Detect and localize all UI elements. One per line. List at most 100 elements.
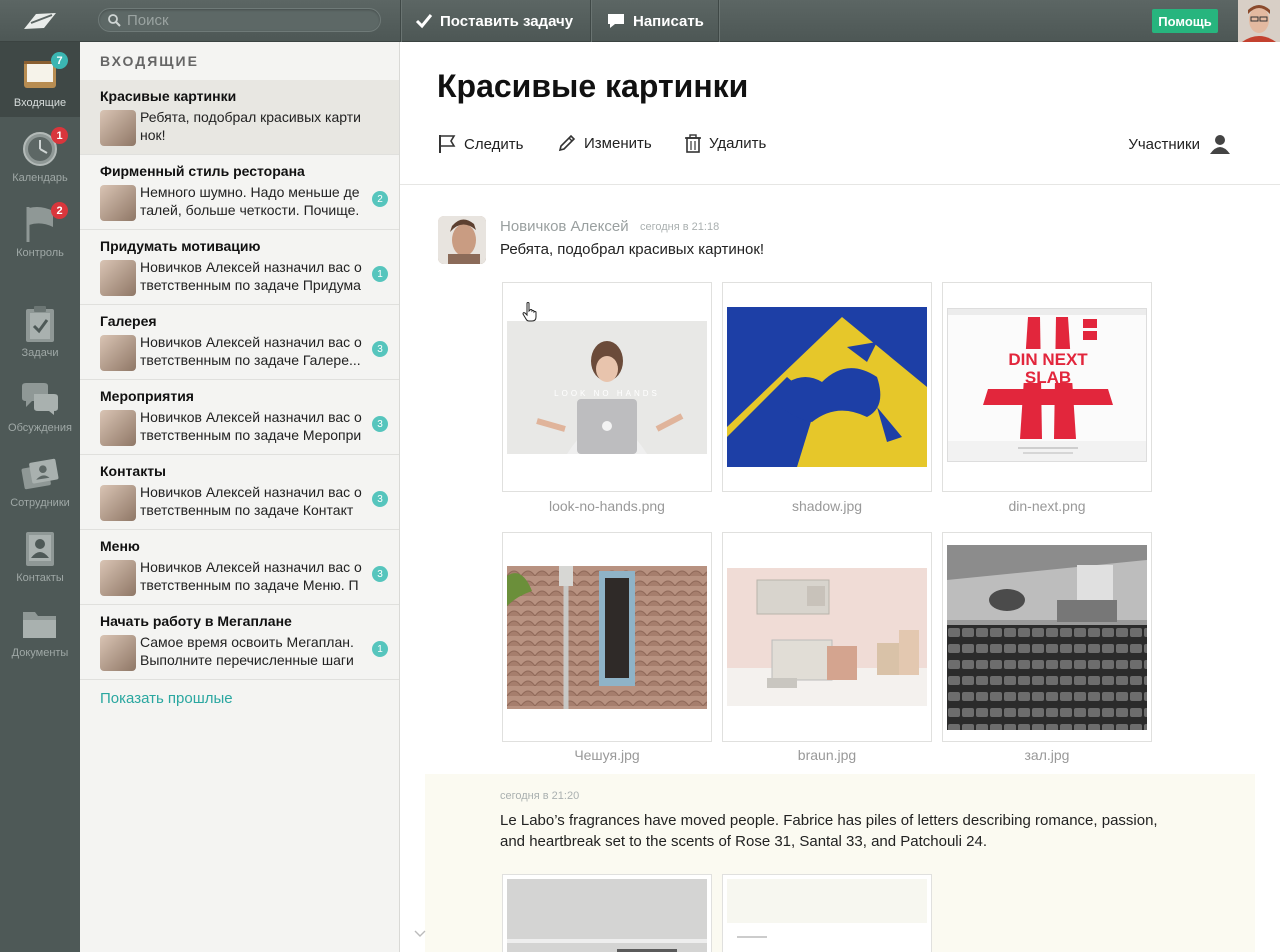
din-next-title: DIN NEXT: [1008, 350, 1088, 369]
rail-item-tasks[interactable]: Задачи: [0, 292, 80, 367]
inbox-item-text: Новичков Алексей назначил вас о тветстве…: [140, 409, 362, 443]
trash-icon: [685, 134, 701, 153]
participants-label: Участники: [1128, 135, 1200, 153]
inbox-item[interactable]: Галерея Новичков Алексей назначил вас о …: [80, 305, 399, 380]
din-next-subtitle: SLAB: [1025, 368, 1071, 387]
avatar: [100, 185, 136, 221]
post-text: Ребята, подобрал красивых картинок!: [500, 241, 765, 258]
avatar: [100, 335, 136, 371]
app-rail: 7 Входящие 1 Календарь 2 Контроль Задачи…: [0, 42, 80, 952]
post-time: сегодня в 21:18: [640, 221, 720, 233]
image-preview: [507, 879, 707, 952]
inbox-badge: 7: [51, 52, 68, 69]
attachment-name[interactable]: din-next.png: [942, 498, 1152, 514]
set-task-button[interactable]: Поставить задачу: [415, 0, 573, 42]
participants-button[interactable]: Участники: [1128, 134, 1230, 154]
unread-count-badge: 1: [372, 641, 388, 657]
toolbar-divider: [590, 0, 591, 42]
clock-icon: 1: [20, 127, 68, 169]
clipboard-icon: [20, 304, 60, 344]
post-comment: сегодня в 21:20 Le Labo’s fragrances hav…: [425, 774, 1255, 952]
attachment-thumbnail[interactable]: [722, 532, 932, 742]
logo[interactable]: [0, 0, 80, 42]
delete-button[interactable]: Удалить: [685, 134, 766, 153]
search-box[interactable]: [98, 8, 381, 32]
avatar: [100, 635, 136, 671]
attachment-name[interactable]: shadow.jpg: [722, 498, 932, 514]
show-past-link[interactable]: Показать прошлые: [100, 690, 233, 707]
follow-button[interactable]: Следить: [438, 134, 523, 154]
folder-icon: [20, 604, 60, 644]
search-input[interactable]: [127, 11, 367, 29]
inbox-item[interactable]: Меню Новичков Алексей назначил вас о тве…: [80, 530, 399, 605]
inbox-item[interactable]: Красивые картинки Ребята, подобрал краси…: [80, 80, 399, 155]
toolbar-divider: [400, 0, 401, 42]
inbox-item-title: Галерея: [100, 313, 157, 329]
post-time: сегодня в 21:20: [500, 790, 580, 802]
edit-label: Изменить: [584, 134, 652, 152]
unread-count-badge: 2: [372, 191, 388, 207]
attachment-name[interactable]: braun.jpg: [722, 747, 932, 763]
inbox-item-text: Новичков Алексей назначил вас о тветстве…: [140, 334, 362, 368]
inbox-item-title: Мероприятия: [100, 388, 194, 404]
rail-label: Обсуждения: [8, 422, 72, 434]
unread-count-badge: 3: [372, 416, 388, 432]
inbox-item-title: Начать работу в Мегаплане: [100, 613, 292, 629]
inbox-item-text: Новичков Алексей назначил вас о тветстве…: [140, 559, 362, 593]
attachment-thumbnail[interactable]: [502, 532, 712, 742]
avatar: [100, 485, 136, 521]
write-label: Написать: [633, 12, 704, 30]
logo-icon: [24, 13, 56, 29]
rail-label: Входящие: [13, 97, 67, 109]
search-icon: [108, 13, 121, 27]
control-badge: 2: [51, 202, 68, 219]
rail-item-discussions[interactable]: Обсуждения: [0, 367, 80, 442]
inbox-item-title: Меню: [100, 538, 140, 554]
user-avatar[interactable]: [1238, 0, 1280, 42]
unread-count-badge: 3: [372, 491, 388, 507]
set-task-label: Поставить задачу: [440, 12, 574, 30]
inbox-item-title: Контакты: [100, 463, 167, 479]
image-scales: [507, 566, 707, 709]
rail-item-documents[interactable]: Документы: [0, 592, 80, 667]
top-bar: Поставить задачу Написать Помощь: [0, 0, 1280, 42]
unread-count-badge: 1: [372, 266, 388, 282]
page-title: Красивые картинки: [437, 68, 749, 104]
inbox-item[interactable]: Фирменный стиль ресторана Немного шумно.…: [80, 155, 399, 230]
rail-item-inbox[interactable]: 7 Входящие: [0, 42, 80, 117]
rail-item-employees[interactable]: Сотрудники: [0, 442, 80, 517]
flag-icon: 2: [20, 202, 68, 244]
delete-label: Удалить: [709, 135, 767, 152]
author-photo: [438, 216, 486, 264]
post-author[interactable]: Новичков Алексей: [500, 218, 629, 235]
attachment-name[interactable]: зал.jpg: [942, 747, 1152, 763]
chevron-down-icon[interactable]: [414, 930, 426, 938]
attachment-thumbnail[interactable]: [942, 532, 1152, 742]
attachment-thumbnail[interactable]: [722, 874, 932, 952]
attachment-thumbnail[interactable]: DIN NEXT SLAB: [942, 282, 1152, 492]
inbox-item[interactable]: Начать работу в Мегаплане Самое время ос…: [80, 605, 399, 680]
attachment-thumbnail[interactable]: [722, 282, 932, 492]
help-button[interactable]: Помощь: [1152, 9, 1218, 33]
inbox-item-text: Самое время освоить Мегаплан. Выполните …: [140, 634, 354, 668]
attachment-thumbnail[interactable]: [502, 874, 712, 952]
edit-button[interactable]: Изменить: [558, 134, 652, 152]
inbox-icon: 7: [20, 52, 68, 94]
image-din-next: DIN NEXT SLAB: [947, 308, 1147, 462]
attachment-name[interactable]: look-no-hands.png: [502, 498, 712, 514]
write-button[interactable]: Написать: [606, 0, 704, 42]
author-avatar[interactable]: [438, 216, 486, 264]
inbox-item-text: Новичков Алексей назначил вас о тветстве…: [140, 259, 362, 293]
inbox-item-text: Ребята, подобрал красивых карти нок!: [140, 109, 361, 143]
rail-item-contacts[interactable]: Контакты: [0, 517, 80, 592]
inbox-item[interactable]: Контакты Новичков Алексей назначил вас о…: [80, 455, 399, 530]
inbox-item[interactable]: Мероприятия Новичков Алексей назначил ва…: [80, 380, 399, 455]
image-shadow: [727, 307, 927, 467]
rail-item-control[interactable]: 2 Контроль: [0, 192, 80, 267]
inbox-item-title: Фирменный стиль ресторана: [100, 163, 305, 179]
rail-label: Документы: [11, 647, 69, 659]
inbox-item[interactable]: Придумать мотивацию Новичков Алексей наз…: [80, 230, 399, 305]
inbox-item-title: Придумать мотивацию: [100, 238, 261, 254]
rail-item-calendar[interactable]: 1 Календарь: [0, 117, 80, 192]
attachment-name[interactable]: Чешуя.jpg: [502, 747, 712, 763]
